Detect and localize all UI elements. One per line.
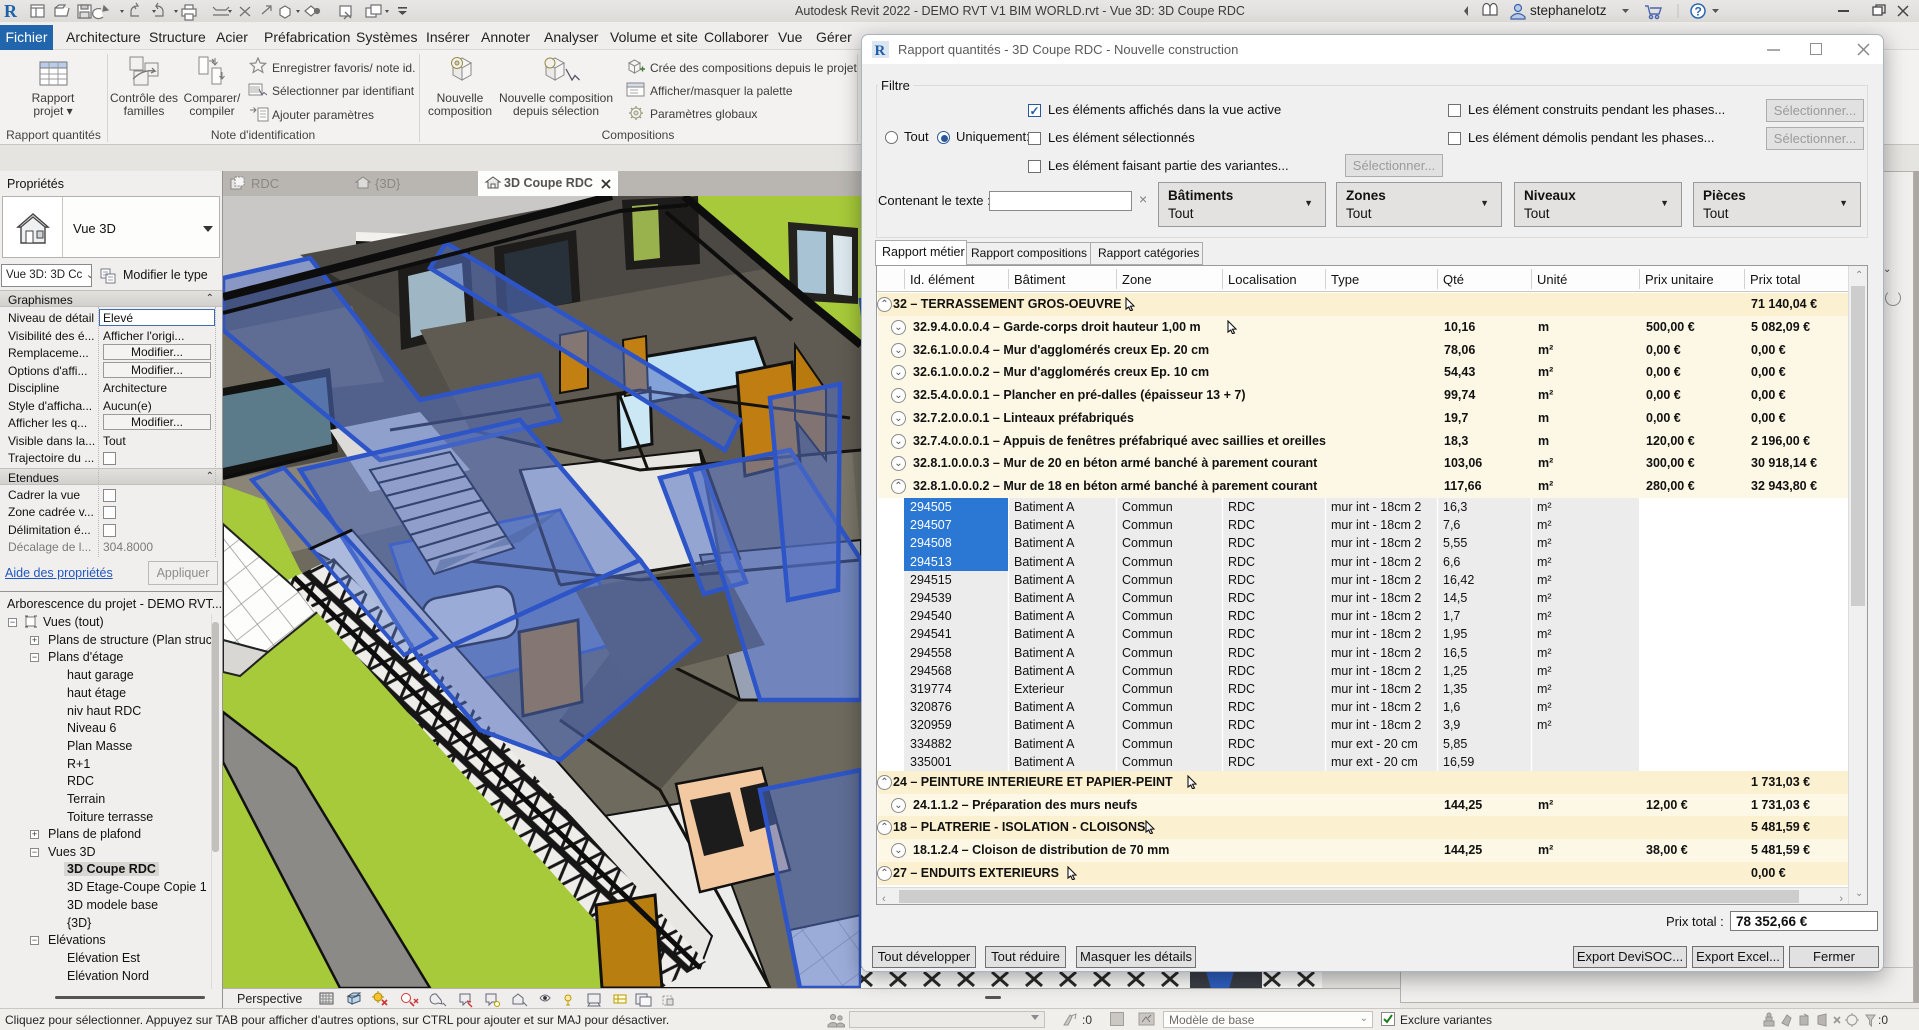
svg-text:?: ? — [1695, 5, 1702, 19]
svg-text:R: R — [875, 43, 886, 58]
svg-text:R: R — [4, 1, 18, 21]
svg-text:stephanelotz: stephanelotz — [1530, 3, 1607, 18]
